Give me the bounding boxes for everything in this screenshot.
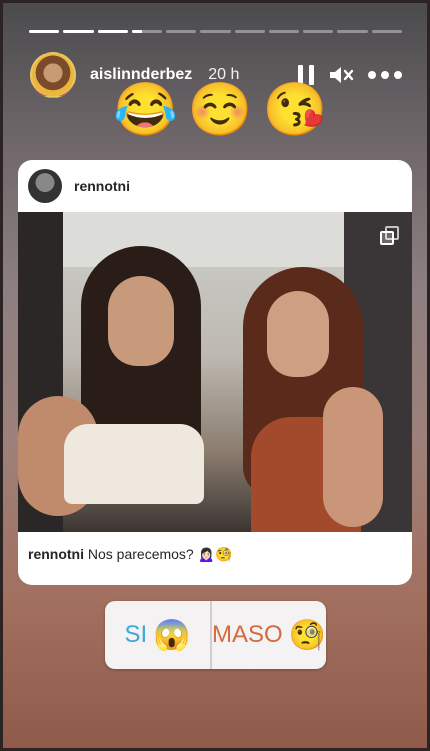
post-username[interactable]: rennotni [74,178,130,194]
post-caption: rennotni Nos parecemos? 🙍🏻‍♀️🧐 [28,546,232,563]
progress-segment [166,30,197,33]
multiple-images-icon [380,226,400,246]
poll-option-si-label: SI [124,621,148,648]
poll-option-maso-emoji: 🧐 [288,618,326,652]
poll-sticker: SI 😱 MASO 🧐 [105,601,326,669]
post-header: rennotni [18,160,412,212]
emoji-sticker: 😂☺️😘 [113,81,338,139]
caption-text: Nos parecemos? 🙍🏻‍♀️🧐 [87,546,233,562]
reshared-post-card[interactable]: rennotni rennotni Nos parecemos? 🙍🏻‍♀️🧐 [18,160,412,585]
more-options-icon[interactable] [368,71,402,79]
poll-option-maso[interactable]: MASO 🧐 [209,601,326,669]
post-avatar[interactable] [28,169,62,203]
progress-segment [371,30,402,33]
post-photo[interactable] [18,212,412,532]
avatar[interactable] [30,52,76,98]
story-progress-bar [29,30,402,33]
progress-segment [268,30,300,33]
progress-segment [63,30,94,33]
progress-segment [200,30,231,33]
poll-option-maso-label: MASO [211,621,283,648]
progress-segment [234,30,265,33]
progress-segment [131,30,163,33]
progress-segment [29,30,60,33]
caption-username[interactable]: rennotni [28,546,84,562]
poll-option-si-emoji: 😱 [153,618,191,652]
story-viewer: aislinnderbez 20 h 😂☺️😘 rennotni rennotn… [0,0,430,751]
poll-option-si[interactable]: SI 😱 [105,601,210,669]
person-right [223,267,393,532]
person-left [18,246,236,532]
progress-segment [337,30,368,33]
progress-segment [303,30,334,33]
progress-segment [97,30,128,33]
